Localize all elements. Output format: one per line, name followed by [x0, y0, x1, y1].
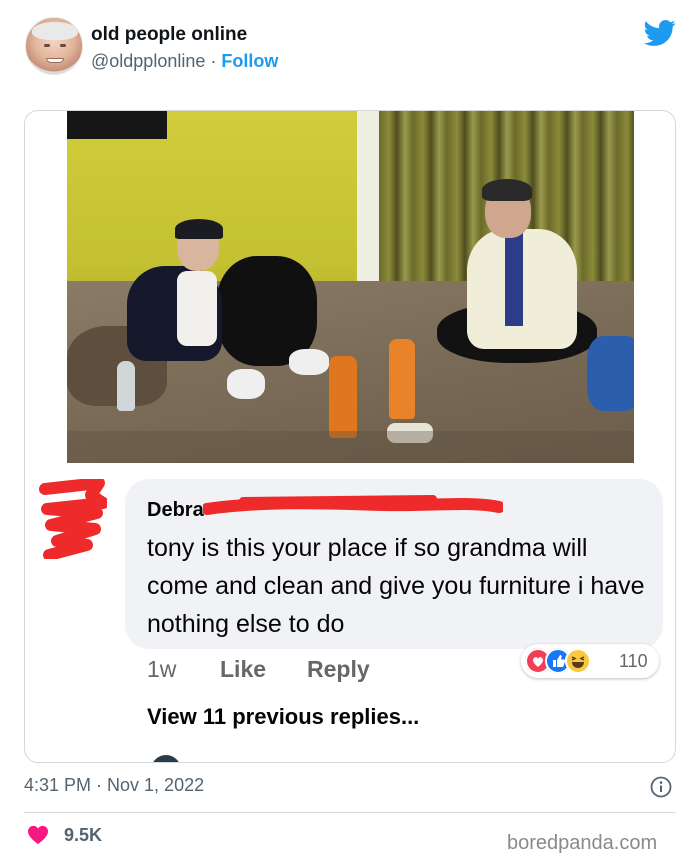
- comment-age[interactable]: 1w: [147, 656, 176, 683]
- avatar-mouth: [46, 58, 64, 63]
- twitter-bird-icon[interactable]: [642, 17, 678, 49]
- author-handle[interactable]: @oldpplonline: [91, 51, 205, 71]
- photo-bottle: [329, 356, 357, 438]
- avatar-hair: [32, 22, 78, 40]
- photo-sock: [289, 349, 329, 375]
- embedded-photo: [67, 111, 634, 463]
- author-handle-row: @oldpplonline · Follow: [91, 51, 278, 72]
- media-card[interactable]: Debra tony is this your place if so gran…: [24, 110, 676, 763]
- author-avatar[interactable]: [25, 17, 83, 75]
- reactions-summary[interactable]: 110: [521, 644, 659, 678]
- info-icon[interactable]: [650, 776, 672, 798]
- comment-like-button[interactable]: Like: [220, 656, 266, 683]
- photo-doorframe: [357, 111, 381, 301]
- like-count[interactable]: 9.5K: [64, 825, 102, 846]
- photo-scarf: [505, 231, 523, 326]
- comment-text: tony is this your place if so grandma wi…: [147, 534, 645, 638]
- photo-bottle: [389, 339, 415, 419]
- photo-shadow: [67, 431, 634, 463]
- redacted-avatar: [39, 479, 107, 559]
- author-name[interactable]: old people online: [91, 24, 247, 46]
- commenter-name[interactable]: Debra: [147, 499, 204, 522]
- reply-avatar: [151, 755, 181, 762]
- photo-bag: [587, 336, 634, 411]
- photo-person-hair: [482, 179, 532, 201]
- comment-bubble: Debra tony is this your place if so gran…: [125, 479, 663, 649]
- photo-sock: [227, 369, 265, 399]
- photo-person-cap: [175, 219, 223, 239]
- haha-reaction-icon: [565, 648, 591, 674]
- comment-reply-button[interactable]: Reply: [307, 656, 370, 683]
- photo-person-shirt: [177, 271, 217, 346]
- watermark: boredpanda.com: [507, 832, 658, 854]
- follow-button[interactable]: Follow: [221, 51, 278, 71]
- photo-tv: [67, 111, 167, 139]
- handle-separator: ·: [210, 51, 217, 71]
- reaction-count: 110: [619, 651, 648, 671]
- footer-divider: [24, 812, 676, 813]
- view-replies-link[interactable]: View 11 previous replies...: [147, 704, 419, 730]
- avatar-eye: [44, 44, 50, 47]
- tweet-timestamp[interactable]: 4:31 PM · Nov 1, 2022: [24, 775, 204, 796]
- heart-icon[interactable]: [27, 825, 49, 845]
- avatar-eye: [60, 44, 66, 47]
- redacted-name: [203, 495, 503, 515]
- photo-bottle: [117, 361, 135, 411]
